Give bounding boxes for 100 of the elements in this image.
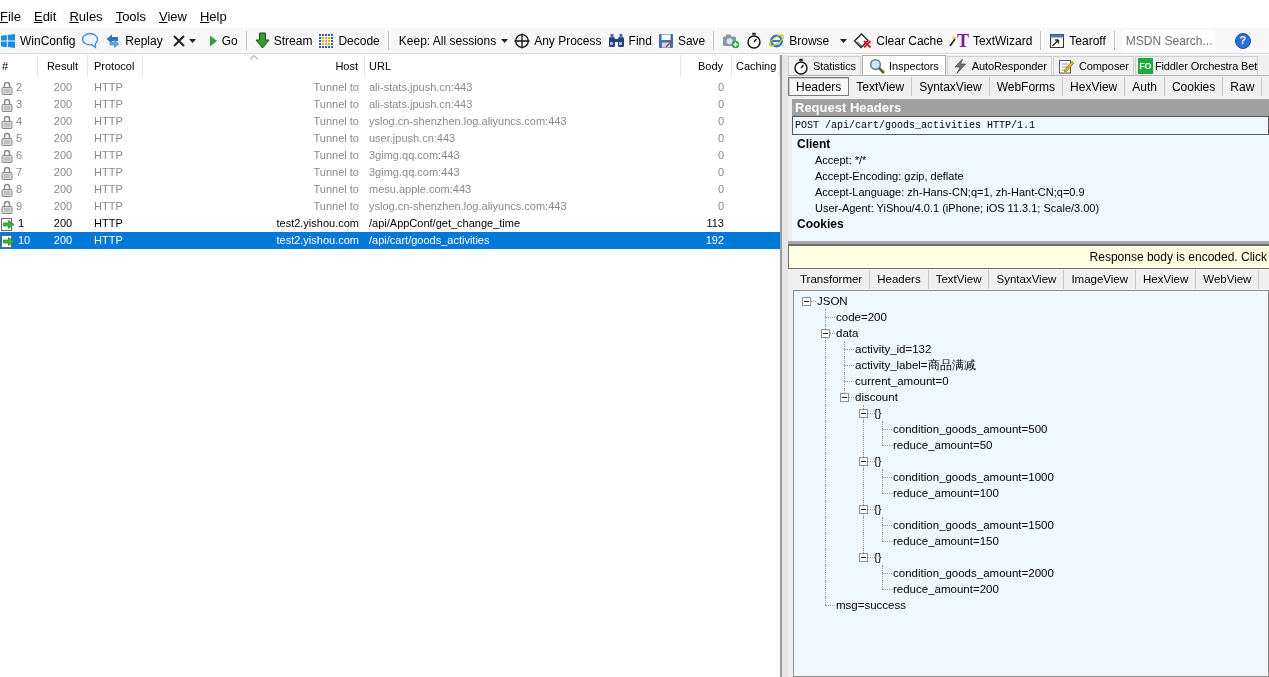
session-row[interactable]: 6 200 HTTP Tunnel to 3gimg.qq.com:443 0 — [0, 147, 780, 164]
tree-node-label[interactable]: reduce_amount=100 — [892, 485, 999, 501]
tree-node-label[interactable]: JSON — [816, 293, 848, 309]
tab[interactable]: SyntaxView — [989, 270, 1065, 289]
menu-item[interactable]: Edit — [33, 9, 57, 25]
browser-logo-icon — [768, 32, 786, 49]
table-cell-text: yslog.cn-shenzhen.log.aliyuncs.com:443 — [369, 114, 567, 129]
tab[interactable]: AutoResponder — [946, 56, 1052, 75]
tree-node-label[interactable]: reduce_amount=150 — [892, 533, 999, 549]
session-row[interactable]: 1 200 HTTP test2.yishou.com /api/AppConf/get_change_time 113 — [0, 215, 780, 232]
table-cell-text: test2.yishou.com — [276, 233, 359, 248]
collapse-icon[interactable] — [858, 456, 868, 466]
toolbar-button[interactable]: Keep: All sessions — [398, 29, 509, 52]
tab[interactable]: Headers — [870, 270, 929, 289]
session-row[interactable]: 9 200 HTTP Tunnel to yslog.cn-shenzhen.log.aliyuncs.com:443 0 — [0, 198, 780, 215]
session-row[interactable]: 4 200 HTTP Tunnel to yslog.cn-shenzhen.log.aliyuncs.com:443 0 — [0, 113, 780, 130]
tab[interactable]: Statistics — [788, 56, 861, 75]
menu-item[interactable]: Rules — [69, 9, 103, 25]
encoded-notice[interactable]: Response body is encoded. Click — [788, 246, 1269, 269]
tree-node-label[interactable]: {} — [873, 453, 882, 469]
menu-item[interactable]: Help — [199, 9, 227, 25]
tab[interactable]: Raw — [1223, 77, 1263, 96]
toolbar-button[interactable]: Decode — [318, 29, 380, 52]
column-header[interactable]: Host — [143, 55, 365, 77]
tab[interactable]: TextView — [849, 77, 913, 96]
tree-node-label[interactable]: discount — [854, 389, 898, 405]
collapse-icon[interactable] — [801, 296, 811, 306]
tab[interactable]: Headers — [788, 77, 850, 96]
tab[interactable]: WebForms — [989, 77, 1064, 96]
toolbar-button[interactable]: Find — [607, 29, 652, 52]
column-header[interactable]: Body — [681, 55, 732, 77]
speech-bubble-icon — [81, 32, 100, 49]
search-field[interactable]: MSDN Search... — [1122, 29, 1215, 52]
column-header[interactable]: Protocol — [88, 55, 143, 77]
badge-icon: FO — [1137, 58, 1153, 74]
collapse-icon[interactable] — [858, 552, 868, 562]
toolbar-button[interactable]: T TextWizard — [948, 29, 1033, 52]
column-header[interactable]: URL — [365, 55, 681, 77]
tree-node-label[interactable]: code=200 — [835, 309, 887, 325]
menu-item[interactable]: File — [0, 9, 21, 25]
toolbar-button[interactable]: Go — [207, 29, 238, 52]
tab[interactable]: HexView — [1063, 77, 1126, 96]
menu-item[interactable]: Tools — [115, 9, 146, 25]
tree-node-label[interactable]: {} — [873, 501, 882, 517]
tab[interactable]: Inspectors — [862, 55, 946, 75]
toolbar-button[interactable]: Browse — [768, 29, 848, 52]
tree-node-label[interactable]: {} — [873, 549, 882, 565]
column-header[interactable]: Result — [38, 55, 88, 77]
session-row[interactable]: 8 200 HTTP Tunnel to mesu.apple.com:443 0 — [0, 181, 780, 198]
collapse-icon[interactable] — [820, 328, 830, 338]
tree-node-label[interactable]: condition_goods_amount=1500 — [892, 517, 1054, 533]
collapse-icon[interactable] — [858, 504, 868, 514]
toolbar-button[interactable]: Stream — [254, 29, 313, 52]
toolbar-button[interactable]: Any Process — [514, 29, 602, 52]
session-row[interactable]: 3 200 HTTP Tunnel to ali-stats.jpush.cn:443 0 — [0, 96, 780, 113]
tree-node-label[interactable]: condition_goods_amount=1000 — [892, 469, 1054, 485]
tab[interactable]: Composer — [1052, 56, 1134, 75]
table-cell-text: 0 — [717, 97, 724, 112]
tab[interactable]: WebView — [1196, 270, 1260, 289]
tree-node-label[interactable]: msg=success — [835, 597, 906, 613]
tab[interactable]: Transformer — [793, 270, 871, 289]
tree-node-label[interactable]: activity_id=132 — [854, 341, 932, 357]
tab[interactable]: HexView — [1136, 270, 1197, 289]
header-line: User-Agent: YiShou/4.0.1 (iPhone; iOS 11.3.1; Scale/3.00) — [815, 201, 1100, 216]
collapse-icon[interactable] — [839, 392, 849, 402]
tab[interactable]: FO Fiddler Orchestra Bet — [1134, 56, 1259, 75]
table-cell-text: Tunnel to — [313, 199, 359, 214]
session-row[interactable]: 2 200 HTTP Tunnel to ali-stats.jpush.cn:443 0 — [0, 79, 780, 96]
collapse-icon[interactable] — [858, 408, 868, 418]
tab[interactable]: Cookies — [1164, 77, 1224, 96]
tree-node-label[interactable]: condition_goods_amount=500 — [892, 421, 1048, 437]
tree-node-label[interactable]: {} — [873, 405, 882, 421]
column-header[interactable]: # — [0, 55, 38, 77]
table-cell-text: 200 — [53, 148, 73, 163]
tree-node-label[interactable]: reduce_amount=50 — [892, 437, 993, 453]
tree-node-label[interactable]: reduce_amount=200 — [892, 581, 999, 597]
toolbar-button[interactable]: Clear Cache — [853, 29, 943, 52]
stopwatch-icon — [746, 32, 763, 49]
tree-node-label[interactable]: activity_label=商品满减 — [854, 357, 976, 373]
menu-item[interactable]: View — [159, 9, 187, 25]
table-cell-text: user.jpush.cn:443 — [369, 131, 456, 146]
session-row[interactable]: 10 200 HTTP test2.yishou.com /api/cart/goods_activities 192 — [0, 232, 780, 249]
toolbar-button[interactable]: Replay — [105, 29, 163, 52]
toolbar-button[interactable]: WinConfig — [0, 29, 76, 52]
tab[interactable]: SyntaxView — [912, 77, 990, 96]
tree-node-label[interactable]: current_amount=0 — [854, 373, 949, 389]
tab[interactable]: TextView — [928, 270, 990, 289]
tab[interactable]: Auth — [1125, 77, 1165, 96]
toolbar-button[interactable]: Save — [657, 29, 706, 52]
session-row[interactable]: 7 200 HTTP Tunnel to 3gimg.qq.com:443 0 — [0, 164, 780, 181]
lock-icon — [1, 148, 13, 163]
tab[interactable]: ImageView — [1064, 270, 1137, 289]
table-cell-text: 200 — [53, 199, 73, 214]
table-cell-text: test2.yishou.com — [276, 216, 359, 231]
tree-node-label[interactable]: data — [835, 325, 859, 341]
toolbar-button[interactable]: Tearoff — [1049, 29, 1106, 52]
session-row[interactable]: 5 200 HTTP Tunnel to user.jpush.cn:443 0 — [0, 130, 780, 147]
table-cell-text: HTTP — [94, 182, 123, 197]
tree-node-label[interactable]: condition_goods_amount=2000 — [892, 565, 1054, 581]
table-cell-text: mesu.apple.com:443 — [369, 182, 472, 197]
